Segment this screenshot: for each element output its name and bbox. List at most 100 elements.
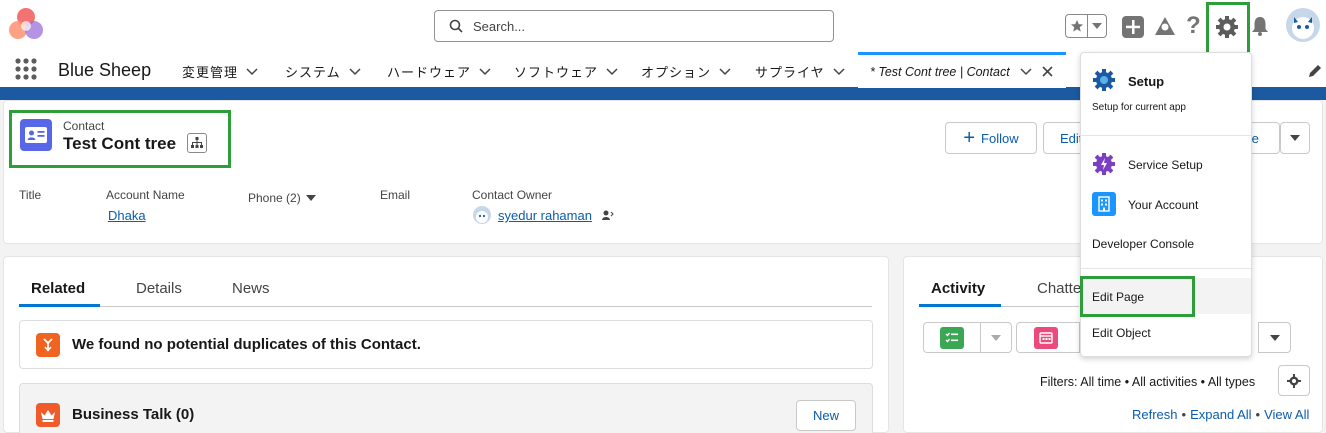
menu-setup-title[interactable]: Setup (1128, 74, 1164, 89)
gear-icon (1287, 373, 1301, 388)
nav-item-label: オプション (641, 65, 712, 80)
hierarchy-icon[interactable] (187, 133, 207, 153)
menu-edit-page[interactable]: Edit Page (1092, 290, 1144, 304)
task-icon (940, 326, 964, 349)
activity-filters-text: Filters: All time • All activities • All… (1040, 375, 1256, 389)
nav-item-label: ソフトウェア (514, 65, 599, 80)
new-task-button[interactable] (923, 322, 981, 353)
change-owner-icon[interactable] (601, 209, 614, 222)
view-all-link[interactable]: View All (1264, 407, 1309, 422)
record-title: Test Cont tree (63, 134, 177, 153)
refresh-link[interactable]: Refresh (1132, 407, 1178, 422)
phone-field-toggle[interactable]: Phone (2) (248, 191, 316, 205)
nav-item-label: ハードウェア (387, 65, 472, 80)
owner-avatar (473, 206, 491, 224)
global-actions-icon[interactable] (1122, 16, 1144, 38)
tab-news[interactable]: News (232, 280, 270, 297)
chevron-down-icon (1269, 334, 1280, 341)
chevron-down-icon[interactable] (833, 67, 845, 76)
nav-item-label: サプライヤ (755, 65, 825, 80)
search-placeholder: Search... (473, 18, 526, 34)
search-icon (449, 19, 463, 33)
nav-item-change-management[interactable]: 変更管理 (182, 62, 258, 81)
tab-divider (19, 306, 872, 307)
plus-icon: + (963, 127, 976, 149)
tab-activity[interactable]: Activity (931, 280, 985, 297)
favorites-button[interactable] (1065, 14, 1107, 38)
tab-details[interactable]: Details (136, 280, 182, 297)
more-activities-dropdown[interactable] (1258, 322, 1291, 353)
salesforce-logo[interactable] (6, 6, 46, 46)
account-link[interactable]: Dhaka (108, 208, 146, 223)
workspace-tab-label: * Test Cont tree | Contact (870, 64, 1010, 79)
app-name: Blue Sheep (58, 60, 152, 80)
nav-item-system[interactable]: システム (285, 62, 361, 81)
chevron-down-icon[interactable] (349, 67, 361, 76)
field-label-email: Email (380, 188, 411, 202)
tab-related[interactable]: Related (31, 280, 85, 297)
tab-chatter[interactable]: Chatte (1037, 280, 1081, 297)
expand-all-link[interactable]: Expand All (1190, 407, 1251, 422)
app-launcher-icon[interactable] (15, 58, 37, 80)
nav-item-label: 変更管理 (182, 65, 239, 80)
user-avatar[interactable] (1286, 8, 1320, 42)
chevron-down-icon[interactable] (479, 67, 491, 76)
field-label-owner: Contact Owner (472, 188, 553, 202)
menu-developer-console[interactable]: Developer Console (1092, 237, 1194, 251)
star-icon (1066, 15, 1088, 37)
close-icon[interactable] (1042, 66, 1053, 77)
active-tab-indicator (19, 304, 100, 307)
setup-gear-icon[interactable] (1215, 15, 1239, 39)
chevron-down-icon[interactable] (719, 67, 731, 76)
field-label-account: Account Name (106, 188, 185, 202)
task-dropdown-button[interactable] (980, 322, 1012, 353)
activity-links: Refresh • Expand All • View All (1132, 407, 1309, 422)
caret-down-icon (305, 195, 316, 201)
chevron-down-icon[interactable] (246, 67, 258, 76)
service-setup-icon (1092, 152, 1116, 176)
new-button[interactable]: New (796, 400, 856, 431)
menu-divider (1081, 268, 1251, 269)
field-label-phone: Phone (2) (248, 191, 301, 205)
chevron-down-icon (991, 334, 1001, 341)
your-account-icon (1092, 192, 1116, 216)
edit-nav-pencil-icon[interactable] (1308, 64, 1322, 78)
menu-edit-object[interactable]: Edit Object (1092, 326, 1151, 340)
chevron-down-icon[interactable] (1088, 15, 1106, 37)
owner-link[interactable]: syedur rahaman (498, 208, 592, 223)
chevron-down-icon[interactable] (606, 67, 618, 76)
nav-item-options[interactable]: オプション (641, 62, 731, 81)
menu-divider (1081, 135, 1251, 136)
calendar-icon (1034, 326, 1058, 349)
activity-active-tab-indicator (919, 304, 1001, 307)
duplicates-message: We found no potential duplicates of this… (72, 336, 421, 353)
nav-item-label: システム (285, 65, 341, 80)
global-search-input[interactable]: Search... (434, 10, 834, 42)
menu-your-account[interactable]: Your Account (1128, 198, 1198, 212)
crown-icon (36, 403, 60, 427)
nav-item-hardware[interactable]: ハードウェア (387, 62, 491, 81)
chevron-down-icon (1290, 135, 1300, 141)
merge-icon (36, 333, 60, 357)
link-separator: • (1181, 407, 1187, 422)
link-separator: • (1255, 407, 1261, 422)
new-label: New (812, 408, 839, 423)
menu-setup-subtitle: Setup for current app (1092, 102, 1186, 113)
help-icon[interactable]: ? (1186, 12, 1201, 40)
setup-gear-menu-icon (1092, 68, 1116, 92)
chevron-down-icon[interactable] (1020, 67, 1032, 76)
field-label-title: Title (19, 188, 42, 202)
activity-filter-settings-button[interactable] (1278, 365, 1310, 396)
workspace-tab-record[interactable]: * Test Cont tree | Contact (858, 52, 1066, 88)
follow-label: Follow (981, 130, 1019, 146)
notifications-bell-icon[interactable] (1251, 16, 1269, 36)
trailhead-icon[interactable] (1153, 15, 1177, 37)
contact-icon (20, 119, 52, 151)
business-talk-title: Business Talk (0) (72, 406, 195, 423)
nav-item-software[interactable]: ソフトウェア (514, 62, 618, 81)
follow-button[interactable]: + Follow (945, 122, 1037, 154)
menu-service-setup[interactable]: Service Setup (1128, 158, 1203, 172)
nav-item-supplier[interactable]: サプライヤ (755, 62, 845, 81)
more-actions-button[interactable] (1280, 122, 1310, 154)
new-event-button[interactable] (1016, 322, 1080, 353)
